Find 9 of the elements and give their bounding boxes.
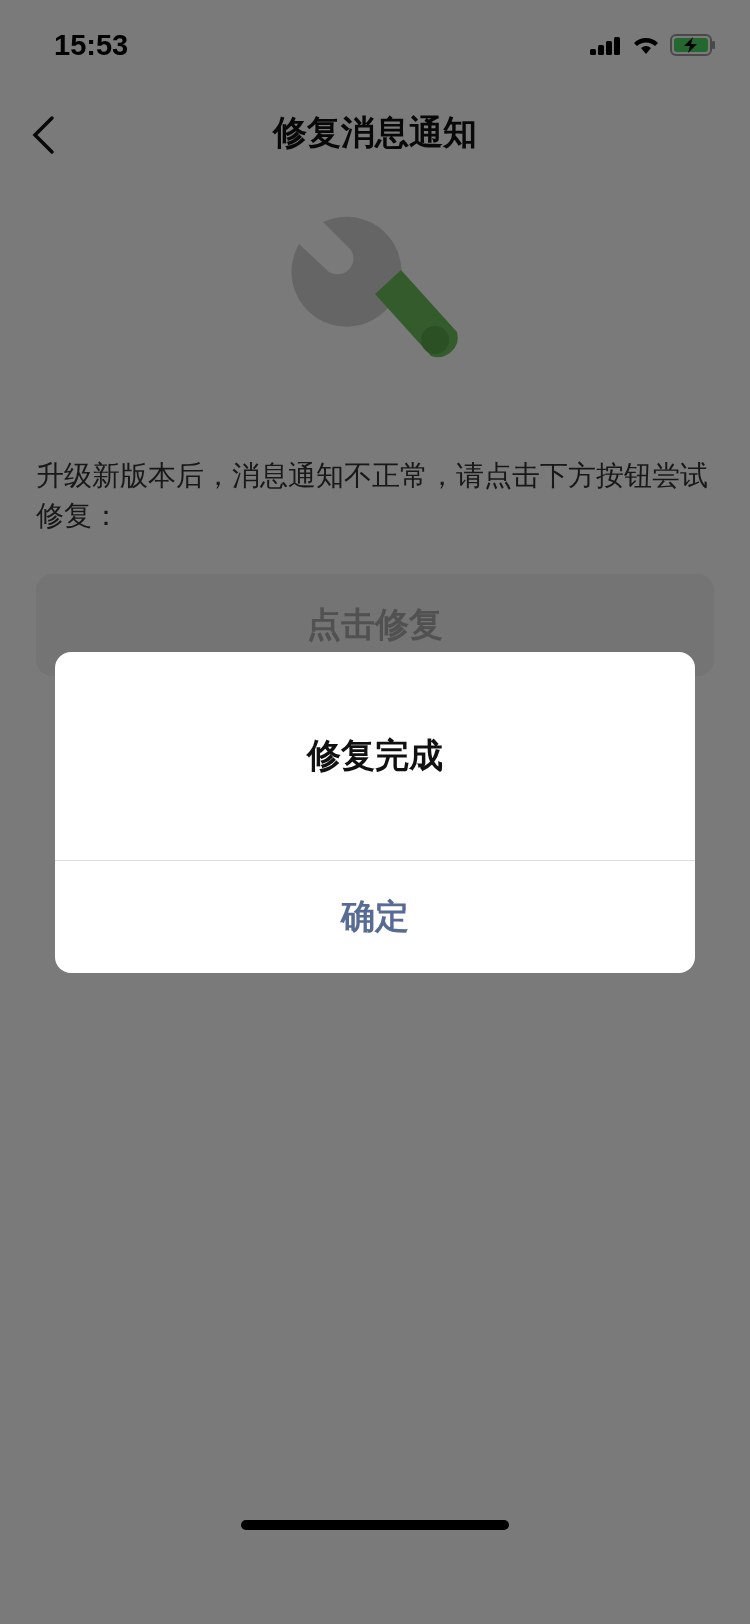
- back-icon[interactable]: [30, 115, 56, 155]
- page-title: 修复消息通知: [273, 111, 477, 154]
- signal-icon: [590, 35, 622, 55]
- confirm-button[interactable]: 确定: [55, 861, 695, 973]
- wifi-icon: [632, 35, 660, 55]
- battery-charging-icon: [670, 34, 716, 56]
- dialog-title: 修复完成: [55, 652, 695, 861]
- status-time: 15:53: [54, 28, 129, 62]
- description-text: 升级新版本后，消息通知不正常，请点击下方按钮尝试修复：: [35, 458, 709, 534]
